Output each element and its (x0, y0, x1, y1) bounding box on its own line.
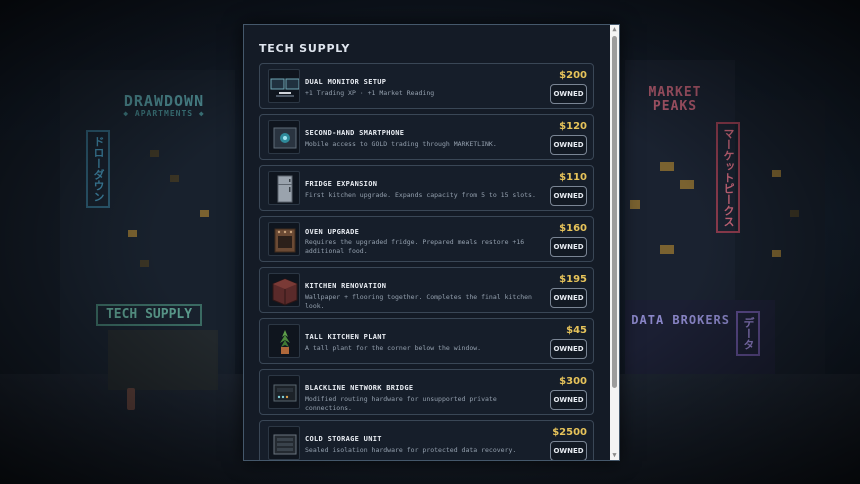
item-price: $110 (559, 172, 587, 183)
owned-button[interactable]: OWNED (550, 237, 587, 257)
item-name: SECOND-HAND SMARTPHONE (305, 129, 405, 137)
data-vertical-sign: データ (736, 311, 760, 356)
item-price: $300 (559, 376, 587, 387)
shop-item: FRIDGE EXPANSION First kitchen upgrade. … (259, 165, 594, 211)
item-description: Mobile access to GOLD trading through MA… (305, 140, 497, 148)
item-description: +1 Trading XP · +1 Market Reading (305, 89, 435, 97)
item-description: Requires the upgraded fridge. Prepared m… (305, 238, 525, 255)
item-description: First kitchen upgrade. Expands capacity … (305, 191, 536, 199)
network-bridge-icon (273, 384, 297, 402)
item-price: $200 (559, 70, 587, 81)
owned-button[interactable]: OWNED (550, 84, 587, 104)
item-price: $160 (559, 223, 587, 234)
fridge-icon (277, 175, 293, 203)
drawdown-sign: DRAWDOWN (123, 92, 205, 110)
item-name: OVEN UPGRADE (305, 228, 360, 236)
shop-title: TECH SUPPLY (259, 42, 351, 55)
shop-item: BLACKLINE NETWORK BRIDGE Modified routin… (259, 369, 594, 415)
scroll-down-arrow-icon[interactable]: ▼ (610, 451, 619, 460)
plant-icon (280, 330, 290, 354)
shop-item: COLD STORAGE UNIT Sealed isolation hardw… (259, 420, 594, 460)
apartments-sign: ◆ APARTMENTS ◆ (123, 109, 205, 118)
item-price: $195 (559, 274, 587, 285)
smartphone-icon (273, 127, 297, 149)
oven-icon (274, 228, 296, 253)
item-description: Wallpaper + flooring together. Completes… (305, 293, 532, 310)
owned-button[interactable]: OWNED (550, 186, 587, 206)
shop-item: SECOND-HAND SMARTPHONE Mobile access to … (259, 114, 594, 160)
item-price: $2500 (552, 427, 587, 438)
scroll-up-arrow-icon[interactable]: ▲ (610, 25, 619, 34)
market-vertical-sign: マーケットピークス (716, 122, 740, 233)
left-building (0, 140, 60, 390)
item-price: $45 (566, 325, 587, 336)
shop-item: DUAL MONITOR SETUP +1 Trading XP · +1 Ma… (259, 63, 594, 109)
item-description: A tall plant for the corner below the wi… (305, 344, 482, 352)
item-name: DUAL MONITOR SETUP (305, 78, 387, 86)
shop-panel: TECH SUPPLY DUAL MONITOR SETUP +1 Tradin… (243, 24, 620, 461)
cold-storage-icon (273, 434, 297, 455)
owned-button[interactable]: OWNED (550, 441, 587, 460)
owned-button[interactable]: OWNED (550, 390, 587, 410)
tech-supply-storefront (108, 330, 218, 390)
drawdown-vertical-sign: ドローダウン (86, 130, 110, 208)
item-description: Modified routing hardware for unsupporte… (305, 395, 497, 412)
market-peaks-sign: MARKET PEAKS (648, 85, 702, 114)
shop-item: KITCHEN RENOVATION Wallpaper + flooring … (259, 267, 594, 313)
player-character (127, 388, 135, 410)
data-brokers-sign: DATA BROKERS (631, 313, 730, 327)
kitchen-renovation-icon (272, 278, 298, 306)
owned-button[interactable]: OWNED (550, 339, 587, 359)
scroll-thumb[interactable] (612, 36, 617, 388)
owned-button[interactable]: OWNED (550, 288, 587, 308)
shop-item: OVEN UPGRADE Requires the upgraded fridg… (259, 216, 594, 262)
tech-supply-sign: TECH SUPPLY (96, 304, 202, 326)
item-name: FRIDGE EXPANSION (305, 180, 378, 188)
shop-item-list: DUAL MONITOR SETUP +1 Trading XP · +1 Ma… (259, 63, 594, 460)
item-price: $120 (559, 121, 587, 132)
shop-item: TALL KITCHEN PLANT A tall plant for the … (259, 318, 594, 364)
dual-monitor-icon (270, 78, 299, 97)
item-name: TALL KITCHEN PLANT (305, 333, 387, 341)
item-name: COLD STORAGE UNIT (305, 435, 382, 443)
item-description: Sealed isolation hardware for protected … (305, 446, 517, 454)
item-name: KITCHEN RENOVATION (305, 282, 387, 290)
owned-button[interactable]: OWNED (550, 135, 587, 155)
panel-scrollbar[interactable]: ▲ ▼ (610, 25, 619, 460)
item-name: BLACKLINE NETWORK BRIDGE (305, 384, 414, 392)
